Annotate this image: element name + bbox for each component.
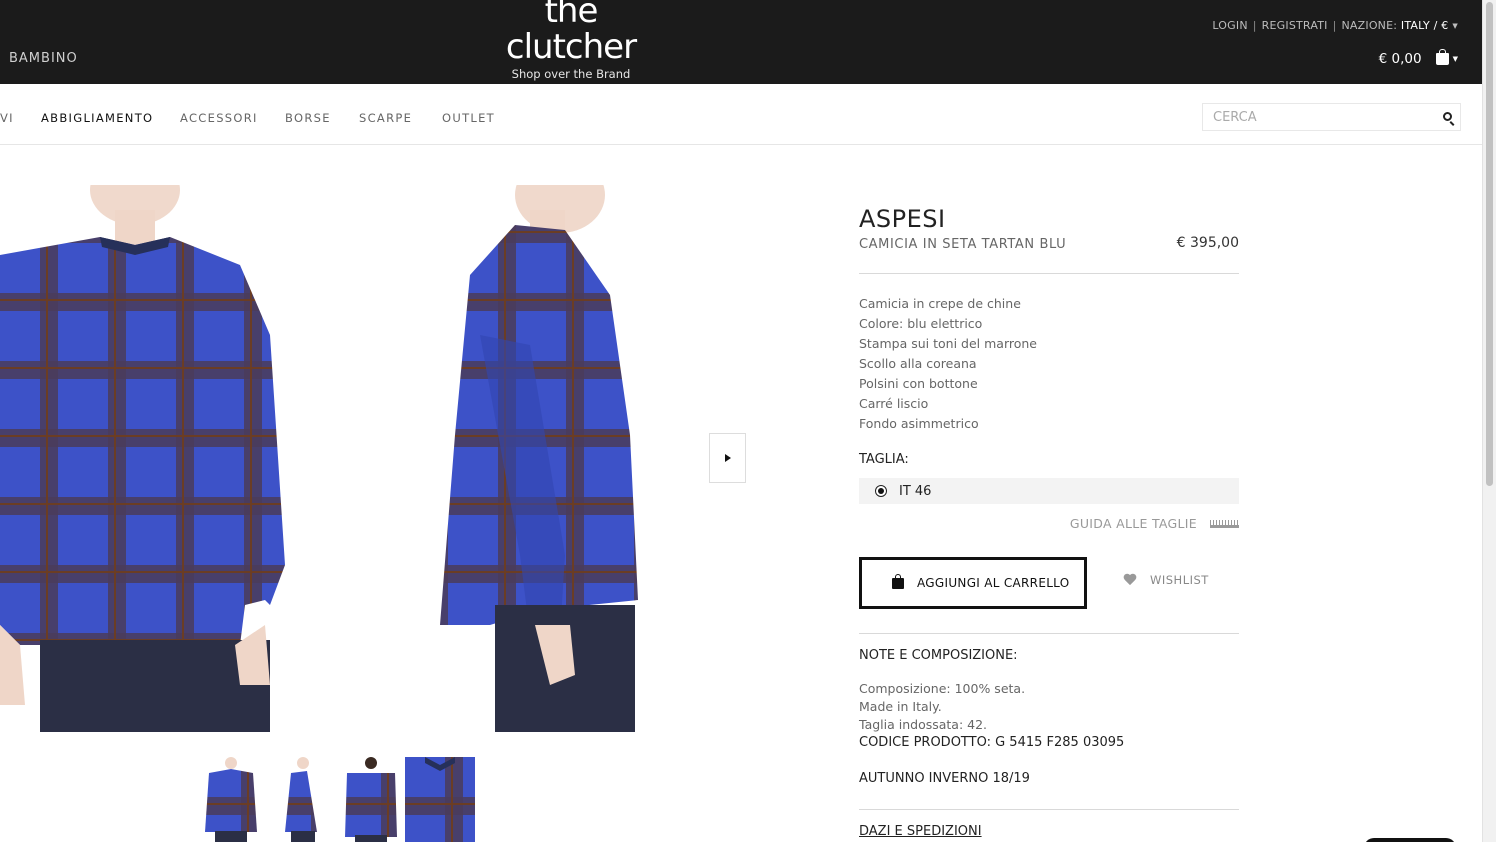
add-to-cart-button[interactable]: AGGIUNGI AL CARRELLO — [859, 557, 1087, 609]
note-line: Made in Italy. — [859, 699, 942, 714]
logo-word-the: the — [544, 0, 599, 31]
size-option-label: IT 46 — [899, 484, 932, 499]
season-label: AUTUNNO INVERNO 18/19 — [859, 771, 1030, 786]
nav-item-scarpe[interactable]: SCARPE — [359, 111, 412, 125]
site-logo[interactable]: the clutcher Shop over the Brand — [498, 0, 644, 84]
gallery-next-button[interactable] — [709, 433, 746, 483]
nav-item-abbigliamento[interactable]: ABBIGLIAMENTO — [41, 111, 153, 125]
chevron-down-icon[interactable]: ▼ — [1453, 55, 1458, 63]
logo-word-clutcher: clutcher — [505, 27, 637, 67]
size-guide-link[interactable]: GUIDA ALLE TAGLIE — [1070, 516, 1239, 531]
divider — [859, 273, 1239, 274]
main-nav: VI ABBIGLIAMENTO ACCESSORI BORSE SCARPE … — [0, 84, 1482, 145]
divider — [859, 633, 1239, 634]
nav-item-accessori[interactable]: ACCESSORI — [180, 111, 258, 125]
top-header: BAMBINO the clutcher Shop over the Brand… — [0, 0, 1482, 84]
size-label: TAGLIA: — [859, 452, 909, 467]
size-guide-label: GUIDA ALLE TAGLIE — [1069, 516, 1197, 531]
divider — [859, 809, 1239, 810]
description-line: Fondo asimmetrico — [859, 416, 979, 431]
login-link[interactable]: LOGIN — [1212, 19, 1247, 32]
product-image-front[interactable] — [0, 185, 300, 732]
nav-item-bambino[interactable]: BAMBINO — [9, 51, 78, 66]
nation-label: NAZIONE: — [1341, 19, 1398, 32]
note-line: Taglia indossata: 42. — [859, 717, 988, 732]
bag-icon — [892, 573, 904, 589]
shipping-duties-link[interactable]: DAZI E SPEDIZIONI — [859, 824, 982, 839]
thumbnail-4[interactable] — [405, 757, 475, 842]
register-link[interactable]: REGISTRATI — [1262, 19, 1328, 32]
description-line: Polsini con bottone — [859, 376, 978, 391]
product-price: € 395,00 — [1176, 235, 1239, 251]
add-to-cart-label: AGGIUNGI AL CARRELLO — [917, 576, 1070, 590]
size-option-it46[interactable]: IT 46 — [859, 478, 1239, 504]
page-scrollbar[interactable] — [1482, 0, 1496, 842]
account-links: LOGIN | REGISTRATI | NAZIONE: ITALY / € ▼ — [1212, 19, 1458, 32]
chevron-down-icon[interactable]: ▼ — [1452, 22, 1458, 30]
logo-tagline: Shop over the Brand — [511, 67, 631, 81]
thumbnail-1[interactable] — [201, 757, 261, 842]
chevron-right-icon — [724, 454, 731, 462]
heart-icon — [1123, 574, 1137, 586]
notes-title: NOTE E COMPOSIZIONE: — [859, 648, 1018, 663]
product-code: CODICE PRODOTTO: G 5415 F285 03095 — [859, 735, 1125, 750]
cart-summary[interactable]: € 0,00 ▼ — [1378, 49, 1458, 67]
nation-selector[interactable]: ITALY / € — [1401, 19, 1449, 32]
wishlist-label: WISHLIST — [1150, 573, 1209, 587]
description-line: Carré liscio — [859, 396, 929, 411]
radio-selected-icon[interactable] — [875, 485, 887, 497]
description-line: Scollo alla coreana — [859, 356, 977, 371]
description-line: Stampa sui toni del marrone — [859, 336, 1037, 351]
product-image-side[interactable] — [390, 185, 690, 732]
nav-item-vi[interactable]: VI — [0, 111, 14, 125]
thumbnail-3[interactable] — [341, 757, 401, 842]
search-input[interactable] — [1203, 104, 1423, 130]
wishlist-button[interactable]: WISHLIST — [1123, 573, 1209, 587]
chat-widget-button[interactable] — [1364, 838, 1456, 842]
composition-notes: Composizione: 100% seta. Made in Italy. … — [859, 680, 1025, 734]
scrollbar-thumb[interactable] — [1486, 2, 1493, 486]
ruler-icon — [1210, 519, 1239, 528]
description-line: Colore: blu elettrico — [859, 316, 983, 331]
cart-total: € 0,00 — [1378, 51, 1422, 67]
product-name: CAMICIA IN SETA TARTAN BLU — [859, 237, 1067, 252]
note-line: Composizione: 100% seta. — [859, 681, 1026, 696]
nav-item-borse[interactable]: BORSE — [285, 111, 331, 125]
search-icon[interactable] — [1443, 112, 1452, 121]
product-description: Camicia in crepe de chine Colore: blu el… — [859, 294, 1037, 434]
bag-icon[interactable] — [1435, 49, 1449, 65]
product-brand[interactable]: ASPESI — [859, 205, 946, 233]
description-line: Camicia in crepe de chine — [859, 296, 1021, 311]
search-box — [1202, 103, 1461, 131]
nav-item-outlet[interactable]: OUTLET — [442, 111, 495, 125]
thumbnail-2[interactable] — [271, 757, 331, 842]
